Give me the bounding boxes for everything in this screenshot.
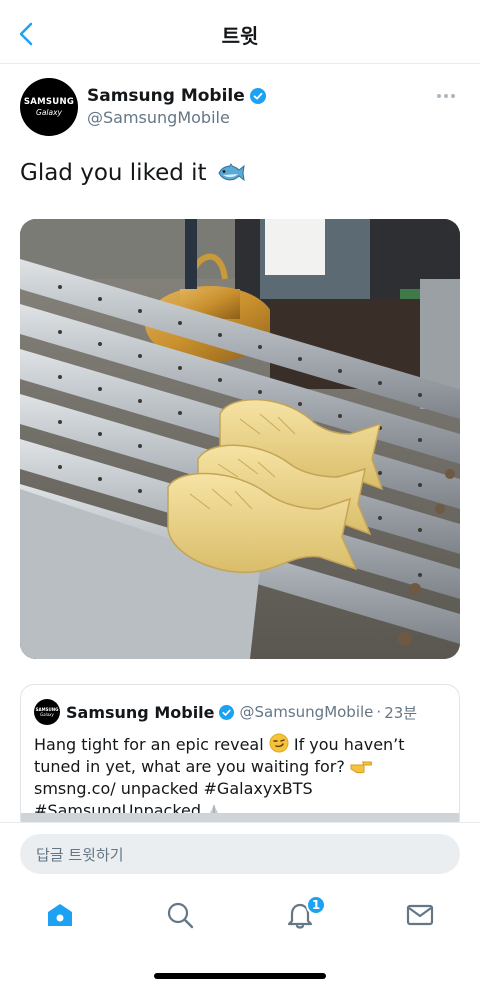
reply-input[interactable]: 답글 트윗하기 bbox=[20, 834, 460, 874]
quoted-tweet-card[interactable]: SAMSUNG Galaxy Samsung Mobile @SamsungMo… bbox=[20, 684, 460, 834]
quoted-author-handle: @SamsungMobile bbox=[239, 703, 374, 721]
quoted-avatar-line2: Galaxy bbox=[40, 712, 54, 717]
home-indicator bbox=[154, 973, 326, 979]
page-title: 트윗 bbox=[221, 24, 259, 48]
separator-dot: · bbox=[376, 703, 382, 721]
photo-taiyaki-grill bbox=[20, 219, 460, 659]
mail-icon[interactable] bbox=[405, 900, 435, 930]
tweet-photo[interactable] bbox=[20, 219, 460, 659]
pointing-hand-icon bbox=[350, 761, 372, 774]
quoted-author-name: Samsung Mobile bbox=[66, 702, 215, 722]
more-options-icon[interactable] bbox=[434, 86, 458, 106]
quoted-text-part1: Hang tight for an epic reveal bbox=[34, 735, 264, 754]
quoted-tweet-header: SAMSUNG Galaxy Samsung Mobile @SamsungMo… bbox=[34, 699, 417, 725]
tweet-text-content: Glad you liked it bbox=[20, 160, 207, 186]
verified-badge-icon bbox=[218, 704, 234, 720]
verified-badge-icon bbox=[249, 88, 266, 104]
search-icon[interactable] bbox=[165, 900, 195, 930]
smirk-emoji-icon bbox=[269, 733, 289, 753]
tweet-author: SAMSUNG Galaxy Samsung Mobile @SamsungMo… bbox=[20, 78, 460, 136]
reply-bar: 답글 트윗하기 bbox=[0, 822, 480, 884]
author-name-row: Samsung Mobile bbox=[87, 86, 266, 106]
author-handle[interactable]: @SamsungMobile bbox=[87, 108, 230, 127]
author-name[interactable]: Samsung Mobile bbox=[87, 86, 245, 106]
avatar[interactable]: SAMSUNG Galaxy bbox=[20, 78, 78, 136]
avatar-line1: SAMSUNG bbox=[23, 97, 75, 107]
notification-badge: 1 bbox=[306, 895, 326, 915]
tweet-text: Glad you liked it bbox=[20, 160, 245, 186]
avatar-line2: Galaxy bbox=[36, 108, 62, 117]
fish-icon bbox=[217, 163, 245, 182]
home-icon[interactable] bbox=[45, 900, 75, 930]
top-nav-bar: 트윗 bbox=[0, 0, 480, 64]
quoted-avatar: SAMSUNG Galaxy bbox=[34, 699, 60, 725]
quoted-tweet-text: Hang tight for an epic reveal If you hav… bbox=[34, 733, 452, 822]
bottom-tab-bar bbox=[0, 884, 480, 950]
quoted-tweet-time: 23분 bbox=[384, 703, 418, 722]
